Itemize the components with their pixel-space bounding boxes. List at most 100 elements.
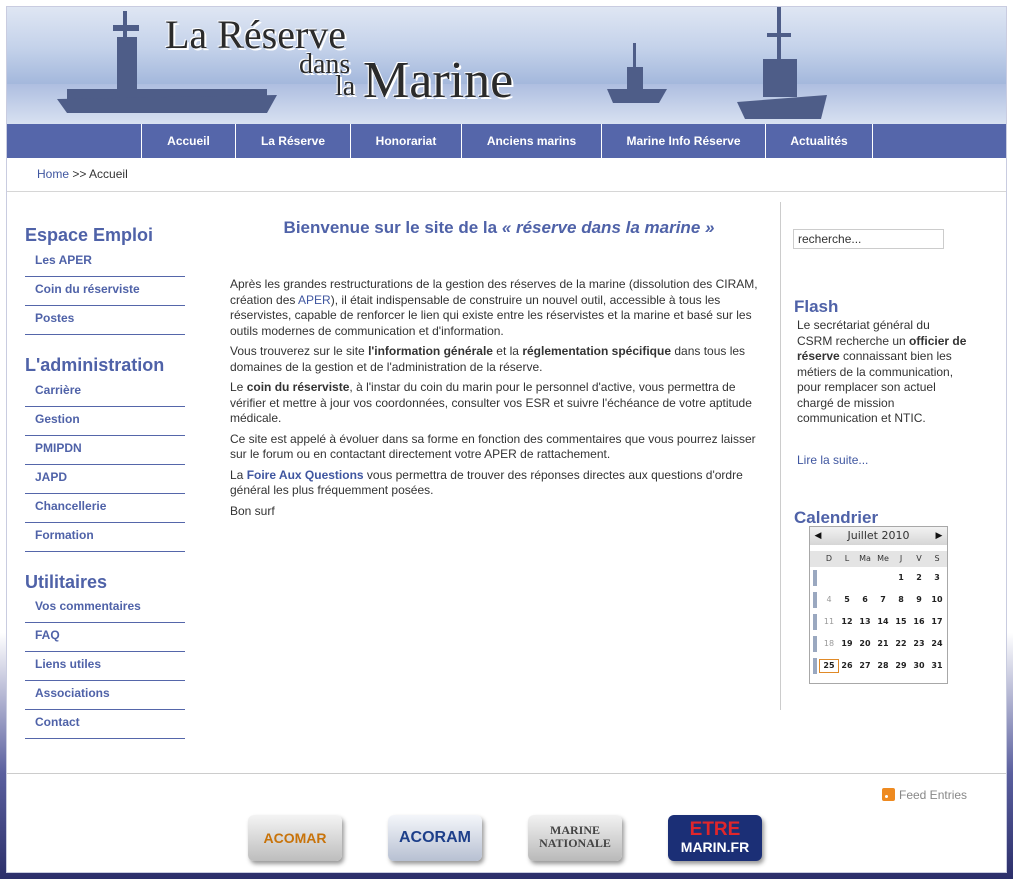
calendar-day[interactable]: 7 (874, 589, 892, 611)
calendar-day[interactable]: 4 (820, 589, 838, 611)
sidebar-item-contact[interactable]: Contact (25, 710, 185, 739)
nav-la-reserve[interactable]: La Réserve (235, 124, 350, 158)
site-banner: La Réserve dans la Marine (7, 7, 1006, 124)
weekday-label: S (934, 554, 940, 563)
etre-marin-logo[interactable]: ETRE MARIN.FR (668, 815, 762, 861)
banner-title-la: la (335, 71, 356, 102)
sidebar-item-les-aper[interactable]: Les APER (25, 248, 185, 277)
info-bold-1: l'information générale (368, 344, 493, 358)
etre-marin-line1: ETRE (689, 819, 741, 840)
feed-entries-link[interactable]: Feed Entries (882, 788, 967, 802)
sidebar-item-formation[interactable]: Formation (25, 523, 185, 552)
page-frame: La Réserve dans la Marine Accueil La Rés… (6, 6, 1007, 873)
calendar-widget: ◀ Juillet 2010 ▶ D L Ma Me J V S 1 2 3 4… (809, 526, 948, 684)
info-text-a: Vous trouverez sur le site (230, 344, 369, 358)
calendar-next-icon[interactable]: ▶ (932, 527, 946, 545)
sidebar-item-coin-du-reserviste[interactable]: Coin du réserviste (25, 277, 185, 306)
breadcrumb-separator: >> (72, 167, 87, 181)
calendar-day[interactable]: 21 (874, 633, 892, 655)
week-selector[interactable] (813, 636, 817, 652)
sidebar-item-postes[interactable]: Postes (25, 306, 185, 335)
calendar-day (856, 567, 874, 589)
calendar-day[interactable]: 31 (928, 655, 946, 677)
week-selector[interactable] (813, 658, 817, 674)
nav-honorariat[interactable]: Honorariat (350, 124, 461, 158)
nav-accueil[interactable]: Accueil (141, 124, 235, 158)
calendar-week-row: 4 5 6 7 8 9 10 (810, 589, 947, 611)
welcome-prefix: Bienvenue sur le site de la (283, 218, 498, 237)
calendar-day[interactable]: 6 (856, 589, 874, 611)
calendar-day-today[interactable]: 25 (819, 659, 839, 673)
week-selector[interactable] (813, 614, 817, 630)
read-more-link[interactable]: Lire la suite... (797, 453, 868, 467)
calendar-day[interactable]: 12 (838, 611, 856, 633)
calendar-day[interactable]: 22 (892, 633, 910, 655)
sidebar-item-japd[interactable]: JAPD (25, 465, 185, 494)
calendar-day[interactable]: 29 (892, 655, 910, 677)
calendar-day (874, 567, 892, 589)
calendar-prev-icon[interactable]: ◀ (811, 527, 825, 545)
sidebar-item-associations[interactable]: Associations (25, 681, 185, 710)
nav-anciens-marins[interactable]: Anciens marins (461, 124, 601, 158)
calendar-day[interactable]: 27 (856, 655, 874, 677)
coin-bold: coin du réserviste (246, 380, 350, 394)
calendar-day[interactable]: 11 (820, 611, 838, 633)
week-selector[interactable] (813, 592, 817, 608)
feed-entries-label: Feed Entries (899, 788, 968, 802)
nav-actualites[interactable]: Actualités (765, 124, 873, 158)
sidebar-heading-utilitaires: Utilitaires (25, 572, 108, 592)
sidebar-heading-administration: L'administration (25, 355, 165, 375)
evolve-paragraph: Ce site est appelé à évoluer dans sa for… (230, 431, 756, 462)
coin-paragraph: Le coin du réserviste, à l'instar du coi… (230, 380, 770, 427)
weekday-label: J (899, 554, 903, 563)
faq-link[interactable]: Foire Aux Questions (247, 468, 364, 482)
calendar-day[interactable]: 20 (856, 633, 874, 655)
breadcrumb: Home >> Accueil (37, 167, 128, 181)
breadcrumb-home-link[interactable]: Home (37, 167, 69, 181)
calendar-day[interactable]: 8 (892, 589, 910, 611)
sidebar-item-faq[interactable]: FAQ (25, 623, 185, 652)
intro-paragraph: Après les grandes restructurations de la… (230, 277, 770, 339)
marine-nationale-logo[interactable]: MARINE NATIONALE (528, 815, 622, 861)
calendar-week-row: 25 26 27 28 29 30 31 (810, 655, 947, 677)
sidebar-item-vos-commentaires[interactable]: Vos commentaires (25, 594, 185, 623)
weekday-label: Me (877, 554, 889, 563)
calendar-day[interactable]: 26 (838, 655, 856, 677)
aper-link[interactable]: APER (298, 293, 331, 307)
sidebar-item-gestion[interactable]: Gestion (25, 407, 185, 436)
welcome-emphasis: « réserve dans la marine » (501, 218, 715, 237)
banner-title-marine: Marine (363, 52, 514, 109)
calendar-week-row: 1 2 3 (810, 567, 947, 589)
sidebar-item-liens-utiles[interactable]: Liens utiles (25, 652, 185, 681)
sidebar-item-chancellerie[interactable]: Chancellerie (25, 494, 185, 523)
calendar-day[interactable]: 10 (928, 589, 946, 611)
calendar-day[interactable]: 15 (892, 611, 910, 633)
calendar-header: ◀ Juillet 2010 ▶ (810, 527, 947, 545)
calendar-day[interactable]: 30 (910, 655, 928, 677)
calendar-day[interactable]: 24 (928, 633, 946, 655)
calendar-day[interactable]: 23 (910, 633, 928, 655)
sidebar-item-pmipdn[interactable]: PMIPDN (25, 436, 185, 465)
acoram-logo[interactable]: ACORAM (388, 815, 482, 861)
calendar-day[interactable]: 3 (928, 567, 946, 589)
nav-marine-info-reserve[interactable]: Marine Info Réserve (601, 124, 765, 158)
calendar-day[interactable]: 9 (910, 589, 928, 611)
weekday-label: L (844, 554, 850, 563)
calendar-day[interactable]: 19 (838, 633, 856, 655)
week-selector[interactable] (813, 570, 817, 586)
calendar-day[interactable]: 1 (892, 567, 910, 589)
faq-paragraph: La Foire Aux Questions vous permettra de… (230, 468, 770, 499)
acomar-logo[interactable]: ACOMAR (248, 815, 342, 861)
calendar-day[interactable]: 5 (838, 589, 856, 611)
calendar-day[interactable]: 13 (856, 611, 874, 633)
calendar-day[interactable]: 2 (910, 567, 928, 589)
right-column-divider (780, 202, 781, 710)
calendar-day (820, 567, 838, 589)
calendar-day[interactable]: 28 (874, 655, 892, 677)
calendar-day[interactable]: 18 (820, 633, 838, 655)
sidebar-item-carriere[interactable]: Carrière (25, 378, 185, 407)
calendar-day[interactable]: 17 (928, 611, 946, 633)
calendar-day[interactable]: 14 (874, 611, 892, 633)
calendar-day[interactable]: 16 (910, 611, 928, 633)
search-input[interactable] (793, 229, 944, 249)
